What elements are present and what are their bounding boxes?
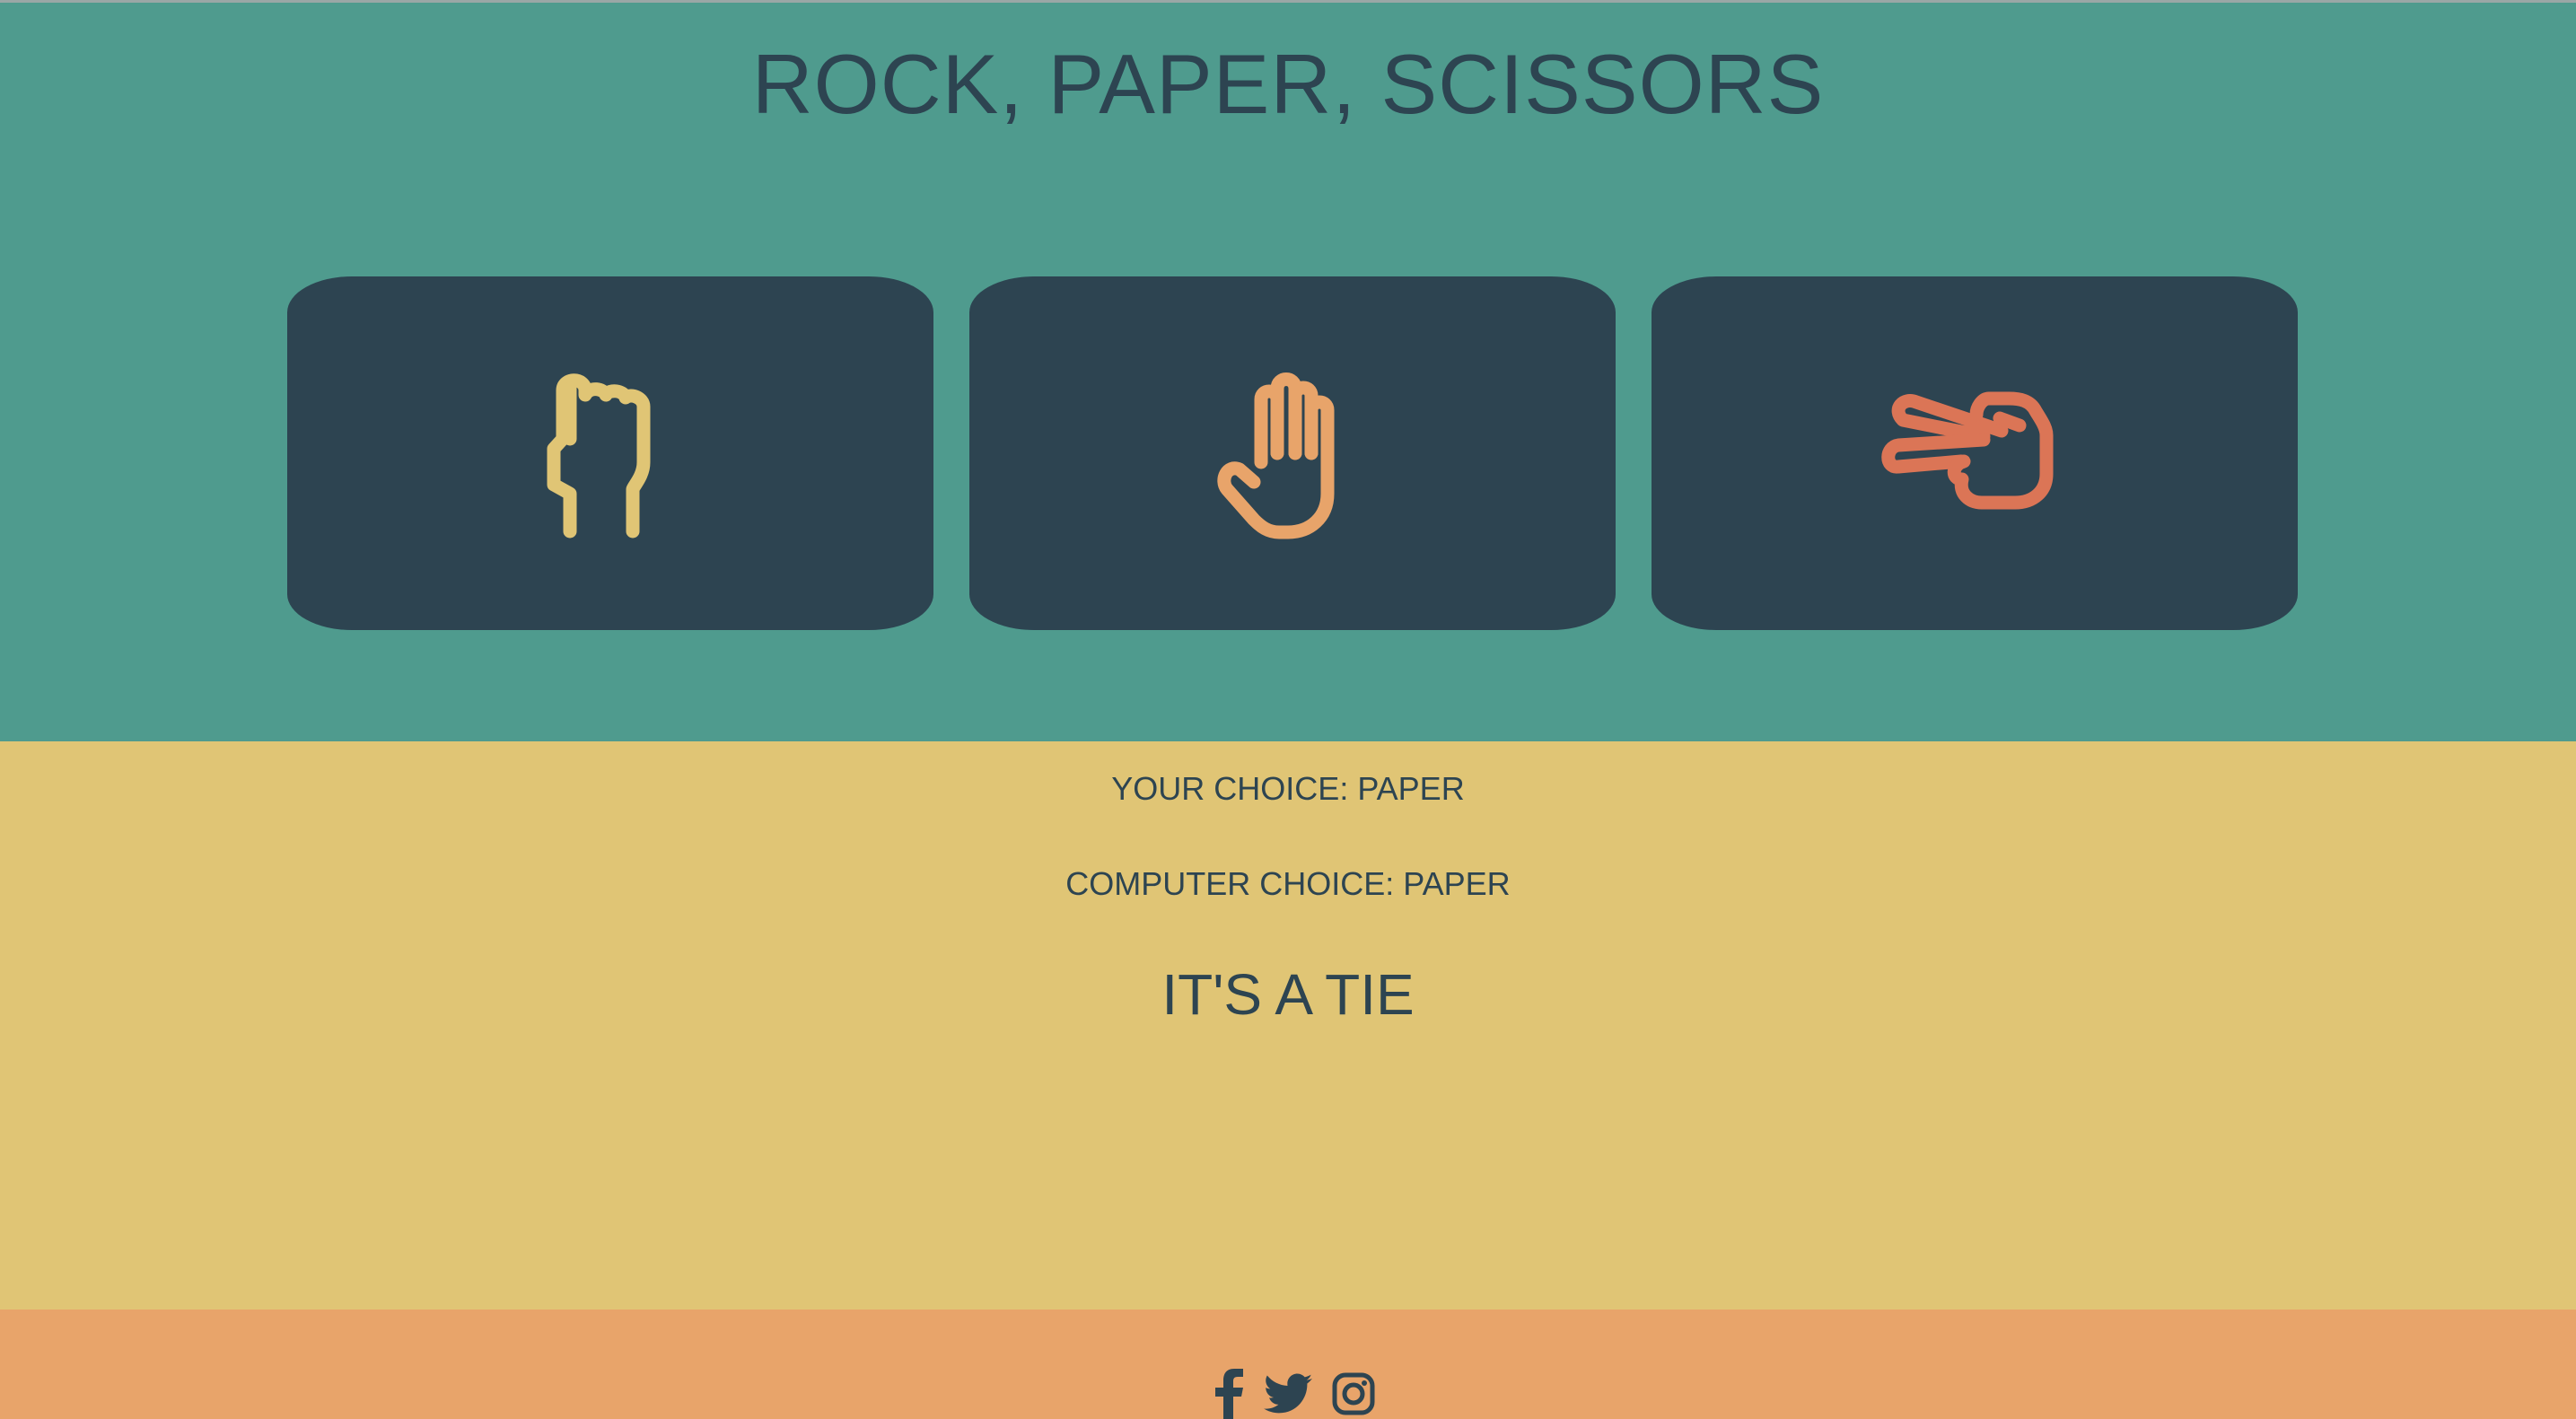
paper-button[interactable] — [969, 276, 1616, 630]
your-choice-label: YOUR CHOICE: PAPER — [1111, 770, 1465, 807]
computer-choice-label: COMPUTER CHOICE: PAPER — [1065, 865, 1511, 902]
result-outcome: IT'S A TIE — [1161, 962, 1415, 1027]
facebook-icon — [1215, 1369, 1243, 1419]
page-title: ROCK, PAPER, SCISSORS — [751, 37, 1825, 131]
rock-button[interactable] — [287, 276, 933, 630]
rock-fist-icon — [547, 373, 651, 539]
facebook-link[interactable] — [1214, 1369, 1244, 1419]
social-links — [1214, 1369, 1375, 1419]
instagram-icon — [1332, 1372, 1375, 1415]
choice-buttons — [287, 276, 2298, 630]
paper-hand-icon — [1217, 372, 1335, 539]
scissors-button[interactable] — [1652, 276, 2298, 630]
game-header-section: ROCK, PAPER, SCISSORS — [0, 0, 2576, 741]
scissors-hand-icon — [1881, 391, 2054, 510]
footer — [0, 1310, 2576, 1419]
result-section: YOUR CHOICE: PAPER COMPUTER CHOICE: PAPE… — [0, 741, 2576, 1310]
twitter-icon — [1264, 1373, 1312, 1414]
instagram-link[interactable] — [1332, 1372, 1375, 1419]
twitter-link[interactable] — [1264, 1373, 1312, 1419]
